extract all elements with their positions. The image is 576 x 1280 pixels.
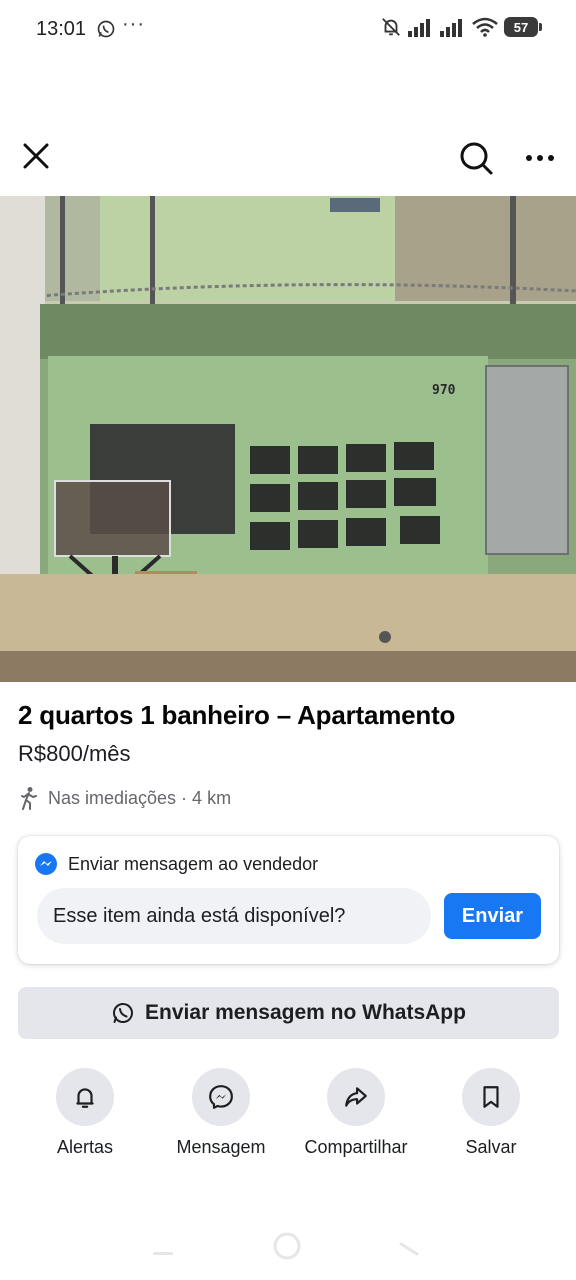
alerts-label: Alertas: [56, 1137, 114, 1157]
listing-title: 2 quartos 1 banheiro – Apartamento: [18, 700, 456, 730]
listing-photo[interactable]: 970: [0, 196, 576, 682]
message-seller-card: Enviar mensagem ao vendedor Esse item ai…: [18, 836, 559, 964]
action-row: Alertas Mensagem Compartilhar Salvar: [0, 1068, 576, 1168]
signal-icon: [440, 19, 462, 37]
save-circle: [462, 1068, 520, 1126]
status-bar: 13:01 ··· 57: [0, 0, 576, 60]
save-button[interactable]: Salvar: [421, 1068, 561, 1158]
listing-price: R$800/mês: [18, 741, 131, 766]
alerts-button[interactable]: Alertas: [15, 1068, 155, 1158]
wifi-icon: [472, 17, 498, 37]
location-text: Nas imediações · 4 km: [48, 787, 232, 808]
message-circle: [192, 1068, 250, 1126]
message-card-header: Enviar mensagem ao vendedor: [34, 852, 318, 876]
status-overflow: ···: [122, 13, 145, 35]
share-button[interactable]: Compartilhar: [286, 1068, 426, 1158]
search-icon[interactable]: [456, 138, 496, 178]
recents-nav-icon: [153, 1252, 173, 1255]
messenger-icon: [209, 1085, 233, 1109]
bookmark-icon: [483, 1086, 499, 1108]
more-icon[interactable]: [520, 140, 560, 176]
whatsapp-icon: [113, 1003, 134, 1023]
close-icon[interactable]: [18, 138, 54, 174]
battery-icon: 57: [504, 17, 542, 37]
message-label: Mensagem: [176, 1137, 266, 1157]
bell-icon: [76, 1088, 94, 1108]
system-nav-icons: [153, 1232, 419, 1260]
building-photo: 970: [0, 196, 576, 682]
alerts-circle: [56, 1068, 114, 1126]
back-nav-icon: [399, 1242, 419, 1256]
save-label: Salvar: [465, 1137, 517, 1157]
message-button[interactable]: Mensagem: [151, 1068, 291, 1158]
home-nav-icon: [273, 1232, 301, 1260]
building-number: 970: [432, 383, 456, 398]
whatsapp-message-button[interactable]: Enviar mensagem no WhatsApp: [18, 987, 559, 1039]
share-icon: [345, 1087, 367, 1107]
system-nav-bar: [0, 1228, 576, 1280]
battery-level: 57: [513, 19, 529, 35]
send-button[interactable]: Enviar: [444, 893, 541, 939]
listing-location: Nas imediações · 4 km: [18, 786, 231, 810]
messenger-icon: [35, 853, 57, 875]
message-input[interactable]: Esse item ainda está disponível?: [37, 888, 431, 944]
mute-bell-icon: [382, 18, 400, 36]
share-circle: [327, 1068, 385, 1126]
status-time: 13:01: [36, 18, 87, 40]
share-label: Compartilhar: [304, 1137, 408, 1157]
signal-icon: [408, 19, 430, 37]
whatsapp-icon: [97, 20, 115, 38]
whatsapp-button-label: Enviar mensagem no WhatsApp: [145, 1001, 466, 1024]
walking-icon: [21, 787, 37, 810]
message-card-title: Enviar mensagem ao vendedor: [68, 853, 319, 874]
